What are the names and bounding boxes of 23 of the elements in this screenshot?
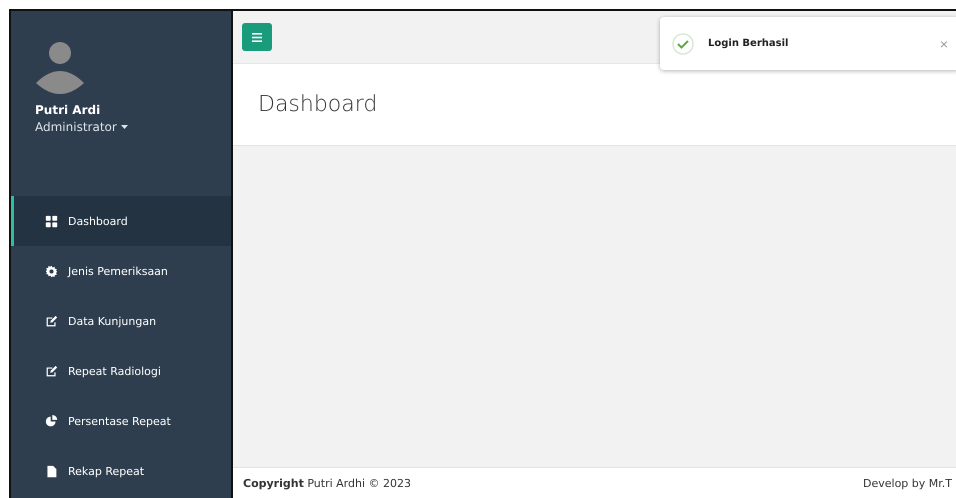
caret-icon bbox=[120, 125, 128, 129]
check-icon bbox=[672, 32, 694, 54]
sidebar-item[interactable]: Jenis Pemeriksaan bbox=[11, 246, 231, 296]
page-title: Dashboard bbox=[258, 92, 378, 117]
sidebar-item[interactable]: Persentase Repeat bbox=[11, 396, 231, 446]
credit-text: Develop by Mr.T bbox=[863, 476, 952, 490]
gear-icon bbox=[45, 264, 58, 278]
avatar-icon bbox=[35, 41, 85, 95]
sidebar-item[interactable]: Rekap Repeat bbox=[11, 446, 231, 496]
grid-icon bbox=[45, 214, 58, 228]
edit-icon bbox=[45, 364, 58, 378]
user-role-dropdown[interactable]: Administrator bbox=[35, 120, 231, 134]
user-name: Putri Ardi bbox=[35, 103, 102, 117]
sidebar-item[interactable]: Repeat Radiologi bbox=[11, 346, 231, 396]
pie-chart-icon bbox=[45, 414, 58, 428]
file-icon bbox=[45, 464, 58, 478]
sidebar-item[interactable]: Data Kunjungan bbox=[11, 296, 231, 346]
menu-button[interactable] bbox=[242, 23, 272, 51]
menu-icon bbox=[252, 32, 262, 42]
copyright-text: Copyright Putri Ardhi © 2023 bbox=[243, 476, 411, 490]
sidebar-item[interactable]: Dashboard bbox=[11, 196, 231, 246]
edit-icon bbox=[45, 314, 58, 328]
toast-message: Login Berhasil bbox=[708, 38, 790, 49]
